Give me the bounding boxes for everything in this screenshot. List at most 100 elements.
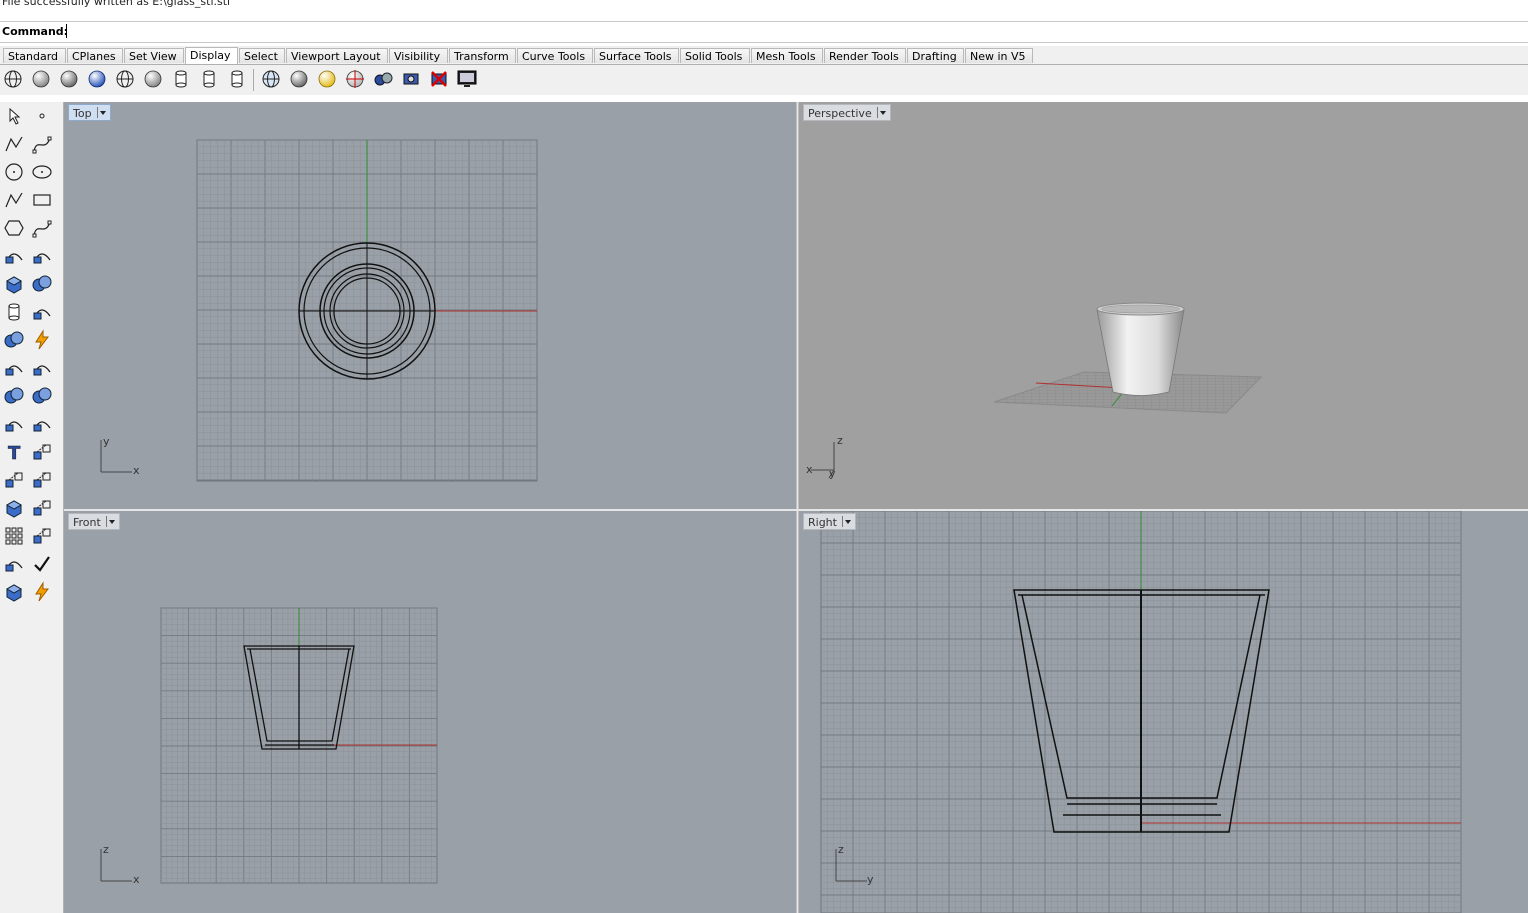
analyze-icon[interactable] xyxy=(3,553,27,577)
surface-corner-icon[interactable] xyxy=(3,245,27,269)
display-toolbar xyxy=(0,65,1528,95)
fillet-curve-icon[interactable] xyxy=(31,217,55,241)
command-line: Command: xyxy=(0,21,1528,43)
viewport-menu-dropdown[interactable] xyxy=(96,107,108,118)
artistic-cylinder-icon[interactable] xyxy=(198,68,222,92)
render-icon[interactable] xyxy=(3,581,27,605)
tab-curve-tools[interactable]: Curve Tools xyxy=(517,48,593,63)
viewport-front[interactable]: z x Front xyxy=(64,511,796,913)
viewport-right[interactable]: z y Right xyxy=(799,511,1528,913)
surface-revolve-icon[interactable] xyxy=(31,245,55,269)
tab-mesh-tools[interactable]: Mesh Tools xyxy=(751,48,823,63)
xray-sphere-icon[interactable] xyxy=(142,68,166,92)
tab-standard[interactable]: Standard xyxy=(3,48,66,63)
viewport-title-right[interactable]: Right xyxy=(803,513,856,530)
boolean-union-icon[interactable] xyxy=(31,273,55,297)
tab-solid-tools[interactable]: Solid Tools xyxy=(680,48,750,63)
paint-icon[interactable] xyxy=(31,581,55,605)
viewport-title-top[interactable]: Top xyxy=(68,104,111,121)
viewport-title-label: Perspective xyxy=(808,107,872,120)
box-view-icon[interactable] xyxy=(3,497,27,521)
technical-cylinder-icon[interactable] xyxy=(170,68,194,92)
toolbar-separator xyxy=(253,69,254,91)
curve-icon[interactable] xyxy=(31,133,55,157)
delete-capture-icon[interactable] xyxy=(428,68,452,92)
axis-label-a: z xyxy=(103,843,109,856)
gray-sphere-icon[interactable] xyxy=(288,68,312,92)
tab-set-view[interactable]: Set View xyxy=(124,48,184,63)
mirror-icon[interactable] xyxy=(31,469,55,493)
shaded-sphere-icon[interactable] xyxy=(30,68,54,92)
tab-new-in-v5[interactable]: New in V5 xyxy=(965,48,1033,63)
viewport-menu-dropdown[interactable] xyxy=(876,107,888,118)
viewport-perspective[interactable]: z x y Perspective xyxy=(799,102,1528,509)
rendered-sphere-icon[interactable] xyxy=(58,68,82,92)
tab-viewport-layout[interactable]: Viewport Layout xyxy=(286,48,388,63)
axis-label-a: y xyxy=(103,435,110,448)
tab-cplanes[interactable]: CPlanes xyxy=(67,48,123,63)
viewport-vertical-splitter[interactable] xyxy=(796,102,799,913)
fillet-icon[interactable] xyxy=(3,413,27,437)
world-globe-icon[interactable] xyxy=(260,68,284,92)
axis-label-b: x xyxy=(133,873,140,886)
circle-icon[interactable] xyxy=(3,161,27,185)
front-view-canvas[interactable]: z x xyxy=(64,511,796,913)
array-icon[interactable] xyxy=(3,469,27,493)
perspective-view-canvas[interactable]: z x y xyxy=(799,102,1528,509)
text-icon[interactable]: T xyxy=(3,441,27,465)
scale-icon[interactable] xyxy=(31,441,55,465)
tab-drafting[interactable]: Drafting xyxy=(907,48,964,63)
viewport-title-front[interactable]: Front xyxy=(68,513,120,530)
axis-label-c: y xyxy=(829,467,836,480)
tab-select[interactable]: Select xyxy=(239,48,285,63)
gear-explode-icon[interactable] xyxy=(3,329,27,353)
viewport-top[interactable]: y x Top xyxy=(64,102,796,509)
check-icon[interactable] xyxy=(31,553,55,577)
grid-array-icon[interactable] xyxy=(3,525,27,549)
ghosted-globe-icon[interactable] xyxy=(114,68,138,92)
spheres-pair-icon[interactable] xyxy=(372,68,396,92)
point-icon[interactable] xyxy=(31,105,55,129)
lightning-icon[interactable] xyxy=(31,329,55,353)
tab-display[interactable]: Display xyxy=(185,47,238,64)
trim-icon[interactable] xyxy=(3,357,27,381)
right-view-canvas[interactable]: z y xyxy=(799,511,1528,913)
monitor-icon[interactable] xyxy=(456,68,480,92)
axis-label-b: x xyxy=(806,463,813,476)
rectangle-icon[interactable] xyxy=(31,189,55,213)
command-input[interactable] xyxy=(66,24,1467,38)
polyline-icon[interactable] xyxy=(3,133,27,157)
split-icon[interactable] xyxy=(31,357,55,381)
cylinder-icon[interactable] xyxy=(3,301,27,325)
blend-icon[interactable] xyxy=(31,413,55,437)
toolbar-tabs: Standard CPlanes Set View Display Select View… xyxy=(0,46,1528,65)
axis-label-b: y xyxy=(867,873,874,886)
camera-capture-icon[interactable] xyxy=(400,68,424,92)
join-icon[interactable] xyxy=(3,385,27,409)
dimension-icon[interactable] xyxy=(31,497,55,521)
polygon-icon[interactable] xyxy=(3,189,27,213)
align-icon[interactable] xyxy=(31,525,55,549)
select-arrow-icon[interactable] xyxy=(3,105,27,129)
tab-surface-tools[interactable]: Surface Tools xyxy=(594,48,679,63)
target-sphere-icon[interactable] xyxy=(344,68,368,92)
tab-visibility[interactable]: Visibility xyxy=(389,48,448,63)
viewport-menu-dropdown[interactable] xyxy=(841,516,853,527)
viewport-horizontal-splitter[interactable] xyxy=(64,509,1528,511)
top-view-canvas[interactable]: y x xyxy=(64,102,796,509)
box-solid-icon[interactable] xyxy=(3,273,27,297)
axis-label-a: z xyxy=(837,434,843,447)
tab-transform[interactable]: Transform xyxy=(449,48,516,63)
wireframe-globe-icon[interactable] xyxy=(2,68,26,92)
light-bulb-icon[interactable] xyxy=(316,68,340,92)
tab-render-tools[interactable]: Render Tools xyxy=(824,48,906,63)
viewport-menu-dropdown[interactable] xyxy=(105,516,117,527)
group-icon[interactable] xyxy=(31,385,55,409)
ellipse-icon[interactable] xyxy=(31,161,55,185)
hexagon-icon[interactable] xyxy=(3,217,27,241)
viewport-title-perspective[interactable]: Perspective xyxy=(803,104,891,121)
mesh-plane-icon[interactable] xyxy=(31,301,55,325)
pen-cylinder-icon[interactable] xyxy=(226,68,250,92)
blue-sphere-icon[interactable] xyxy=(86,68,110,92)
command-label: Command: xyxy=(2,25,69,38)
